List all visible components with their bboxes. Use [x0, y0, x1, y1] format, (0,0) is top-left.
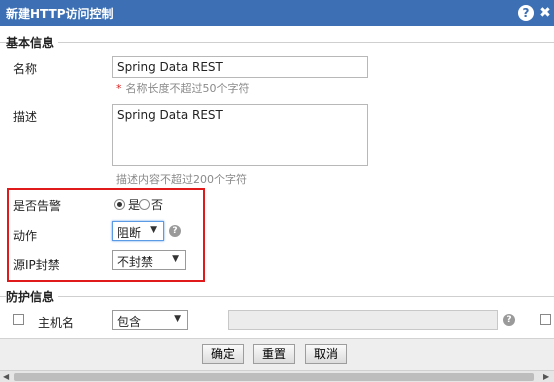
section-title: 基本信息: [6, 34, 59, 51]
reset-button[interactable]: 重置: [253, 344, 295, 364]
action-select[interactable]: 阻断 ▼: [112, 221, 164, 241]
name-label: 名称: [13, 62, 38, 76]
alarm-label: 是否告警: [13, 199, 62, 213]
host-label: 主机名: [38, 316, 75, 330]
help-icon[interactable]: ?: [503, 314, 515, 326]
divider: [0, 42, 554, 43]
name-hint-text: 名称长度不超过50个字符: [125, 82, 250, 95]
alarm-no-label[interactable]: 否: [151, 196, 163, 213]
extra-checkbox[interactable]: [540, 314, 551, 325]
dialog-titlebar: 新建HTTP访问控制 ? ✖: [0, 0, 554, 26]
ok-button[interactable]: 确定: [202, 344, 244, 364]
caret-down-icon: ▼: [174, 314, 181, 324]
host-value-input[interactable]: [228, 310, 498, 330]
match-type-value: 包含: [117, 315, 142, 329]
name-input[interactable]: Spring Data REST: [112, 56, 368, 78]
alarm-no-radio[interactable]: [139, 199, 150, 210]
match-type-select[interactable]: 包含 ▼: [112, 310, 188, 330]
description-textarea[interactable]: Spring Data REST: [112, 104, 368, 166]
caret-down-icon: ▼: [172, 254, 179, 264]
action-label: 动作: [13, 229, 38, 243]
section-title: 防护信息: [6, 288, 59, 305]
description-hint: 描述内容不超过200个字符: [116, 173, 247, 186]
protect-info-section-header: 防护信息: [0, 288, 554, 305]
basic-info-section-header: 基本信息: [0, 34, 554, 51]
source-ip-ban-value: 不封禁: [117, 255, 154, 269]
source-ip-ban-label: 源IP封禁: [13, 258, 60, 272]
source-ip-ban-select[interactable]: 不封禁 ▼: [112, 250, 186, 270]
host-checkbox[interactable]: [13, 314, 24, 325]
help-icon[interactable]: ?: [518, 5, 534, 21]
alarm-yes-radio[interactable]: [114, 199, 125, 210]
close-icon[interactable]: ✖: [537, 5, 553, 21]
scroll-left-icon[interactable]: ◀: [3, 371, 9, 382]
cancel-button[interactable]: 取消: [305, 344, 347, 364]
action-select-value: 阻断: [117, 226, 142, 240]
required-mark: *: [116, 82, 122, 95]
divider: [0, 296, 554, 297]
scroll-right-icon[interactable]: ▶: [543, 371, 549, 382]
horizontal-scrollbar[interactable]: ◀ ▶: [0, 370, 554, 382]
help-icon[interactable]: ?: [169, 225, 181, 237]
caret-down-icon: ▼: [150, 225, 157, 235]
description-label: 描述: [13, 110, 38, 124]
dialog-title: 新建HTTP访问控制: [6, 7, 114, 21]
name-hint: * 名称长度不超过50个字符: [116, 80, 250, 96]
scrollbar-thumb[interactable]: [14, 373, 534, 381]
